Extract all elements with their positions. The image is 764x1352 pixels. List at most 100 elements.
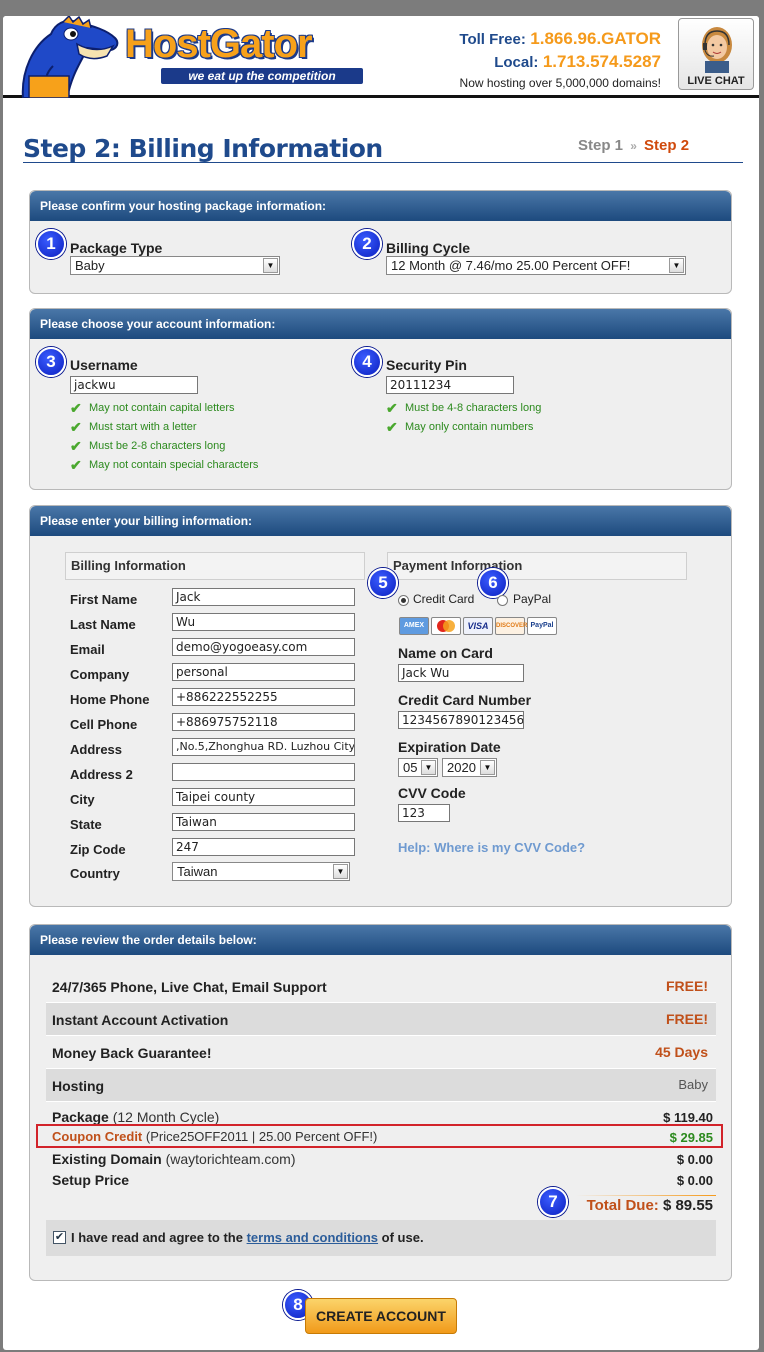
order-row-label: Instant Account Activation bbox=[52, 1012, 229, 1028]
home-phone-label: Home Phone bbox=[70, 692, 150, 707]
checkmark-icon: ✔ bbox=[70, 400, 82, 416]
brand-logo[interactable]: HostGator bbox=[125, 22, 313, 67]
address2-input[interactable] bbox=[172, 763, 355, 781]
hosting-count-note: Now hosting over 5,000,000 domains! bbox=[459, 76, 661, 90]
cc-number-input[interactable]: 1234567890123456 bbox=[398, 711, 524, 729]
domain-line-note: (waytorichteam.com) bbox=[165, 1151, 296, 1167]
cell-phone-input[interactable]: +886975752118 bbox=[172, 713, 355, 731]
agree-suffix: of use. bbox=[381, 1230, 424, 1245]
setup-amount: $ 0.00 bbox=[676, 1173, 713, 1188]
package-type-value: Baby bbox=[75, 258, 105, 273]
local-phone: Local: 1.713.574.5287 bbox=[494, 52, 661, 72]
first-name-label: First Name bbox=[70, 592, 138, 607]
city-input[interactable]: Taipei county bbox=[172, 788, 355, 806]
step-1-link[interactable]: Step 1 bbox=[578, 137, 623, 154]
package-type-select[interactable]: Baby ▼ bbox=[70, 256, 280, 275]
username-label: Username bbox=[70, 357, 138, 373]
total-due-label: Total Due: bbox=[586, 1197, 659, 1214]
coupon-line-label: Coupon Credit bbox=[52, 1129, 143, 1144]
country-label: Country bbox=[70, 866, 120, 881]
order-row: Hosting Baby bbox=[46, 1069, 716, 1102]
billing-cycle-select[interactable]: 12 Month @ 7.46/mo 25.00 Percent OFF! ▼ bbox=[386, 256, 686, 275]
billing-cycle-value: 12 Month @ 7.46/mo 25.00 Percent OFF! bbox=[391, 258, 631, 273]
brand-tagline: we eat up the competition bbox=[161, 68, 363, 84]
first-name-input[interactable]: Jack bbox=[172, 588, 355, 606]
city-label: City bbox=[70, 792, 95, 807]
paypal-label: PayPal bbox=[513, 592, 552, 606]
step-badge-5: 5 bbox=[368, 568, 398, 598]
address-label: Address bbox=[70, 742, 123, 757]
paypal-card-icon: PayPal bbox=[527, 617, 557, 635]
exp-year-select[interactable]: 2020 ▼ bbox=[442, 758, 497, 777]
home-phone-input[interactable]: +886222552255 bbox=[172, 688, 355, 706]
agree-checkbox[interactable]: ✔ bbox=[53, 1231, 66, 1244]
order-row-label: Hosting bbox=[52, 1078, 105, 1094]
terms-link[interactable]: terms and conditions bbox=[247, 1230, 378, 1245]
last-name-input[interactable]: Wu bbox=[172, 613, 355, 631]
exp-month-select[interactable]: 05 ▼ bbox=[398, 758, 438, 777]
email-input[interactable]: demo@yogoeasy.com bbox=[172, 638, 355, 656]
step-badge-6: 6 bbox=[478, 568, 508, 598]
visa-icon: VISA bbox=[463, 617, 493, 635]
security-pin-label: Security Pin bbox=[386, 357, 467, 373]
step-badge-3: 3 bbox=[36, 347, 66, 377]
security-pin-input[interactable]: 20111234 bbox=[386, 376, 514, 394]
step-badge-2: 2 bbox=[352, 229, 382, 259]
company-label: Company bbox=[70, 667, 130, 682]
zip-code-input[interactable]: 247 bbox=[172, 838, 355, 856]
company-input[interactable]: personal bbox=[172, 663, 355, 681]
checkmark-icon: ✔ bbox=[70, 457, 82, 473]
coupon-amount: $ 29.85 bbox=[669, 1130, 713, 1145]
live-chat-label: LIVE CHAT bbox=[687, 75, 745, 87]
agree-row: ✔ I have read and agree to the terms and… bbox=[46, 1220, 716, 1256]
address-input[interactable]: ,No.5,Zhonghua RD. Luzhou City bbox=[172, 738, 355, 756]
expiration-label: Expiration Date bbox=[398, 739, 501, 755]
create-account-button[interactable]: CREATE ACCOUNT bbox=[305, 1298, 457, 1334]
agree-prefix: I have read and agree to the bbox=[71, 1230, 243, 1245]
package-line-note: (12 Month Cycle) bbox=[112, 1109, 220, 1125]
setup-line-label: Setup Price bbox=[52, 1172, 130, 1188]
state-input[interactable]: Taiwan bbox=[172, 813, 355, 831]
cvv-help-link[interactable]: Help: Where is my CVV Code? bbox=[398, 840, 585, 855]
billing-cycle-label: Billing Cycle bbox=[386, 240, 471, 256]
checkmark-icon: ✔ bbox=[386, 419, 398, 435]
gator-mascot-icon bbox=[21, 16, 119, 98]
billing-panel: Please enter your billing information: B… bbox=[29, 505, 732, 907]
live-chat-button[interactable]: LIVE CHAT bbox=[678, 18, 754, 90]
name-on-card-label: Name on Card bbox=[398, 645, 493, 661]
package-line-label: Package bbox=[52, 1109, 109, 1125]
exp-year-value: 2020 bbox=[447, 760, 476, 775]
total-due: Total Due: $ 89.55 bbox=[587, 1197, 713, 1214]
package-line: Package (12 Month Cycle) bbox=[52, 1109, 219, 1125]
cvv-input[interactable]: 123 bbox=[398, 804, 450, 822]
country-select[interactable]: Taiwan ▼ bbox=[172, 862, 350, 881]
last-name-label: Last Name bbox=[70, 617, 136, 632]
username-rule: ✔ May not contain capital letters bbox=[70, 400, 235, 416]
toll-free-number: 1.866.96.GATOR bbox=[530, 29, 661, 48]
discover-icon: DISCOVER bbox=[495, 617, 527, 635]
domain-amount: $ 0.00 bbox=[676, 1152, 713, 1167]
cvv-label: CVV Code bbox=[398, 785, 466, 801]
username-input[interactable]: jackwu bbox=[70, 376, 198, 394]
chevron-down-icon: ▼ bbox=[421, 760, 436, 775]
order-row-value: Baby bbox=[678, 1077, 708, 1092]
chevron-down-icon: ▼ bbox=[669, 258, 684, 273]
total-underline bbox=[576, 1195, 716, 1196]
agree-text: I have read and agree to the terms and c… bbox=[71, 1230, 424, 1245]
checkmark-icon: ✔ bbox=[70, 419, 82, 435]
username-rule: ✔ Must be 2-8 characters long bbox=[70, 438, 226, 454]
package-amount: $ 119.40 bbox=[663, 1110, 713, 1125]
order-row: Money Back Guarantee! 45 Days bbox=[46, 1036, 716, 1069]
name-on-card-input[interactable]: Jack Wu bbox=[398, 664, 524, 682]
order-panel-heading: Please review the order details below: bbox=[30, 925, 731, 955]
card-logos: AMEX VISA DISCOVER PayPal bbox=[399, 617, 559, 637]
order-row: 24/7/365 Phone, Live Chat, Email Support… bbox=[46, 970, 716, 1003]
step-badge-1: 1 bbox=[36, 229, 66, 259]
billing-info-subhead: Billing Information bbox=[65, 552, 365, 580]
pin-rule: ✔ Must be 4-8 characters long bbox=[386, 400, 542, 416]
billing-panel-heading: Please enter your billing information: bbox=[30, 506, 731, 536]
cc-number-label: Credit Card Number bbox=[398, 692, 532, 708]
amex-icon: AMEX bbox=[399, 617, 429, 635]
credit-card-radio[interactable] bbox=[398, 595, 409, 606]
paypal-radio[interactable] bbox=[497, 595, 508, 606]
